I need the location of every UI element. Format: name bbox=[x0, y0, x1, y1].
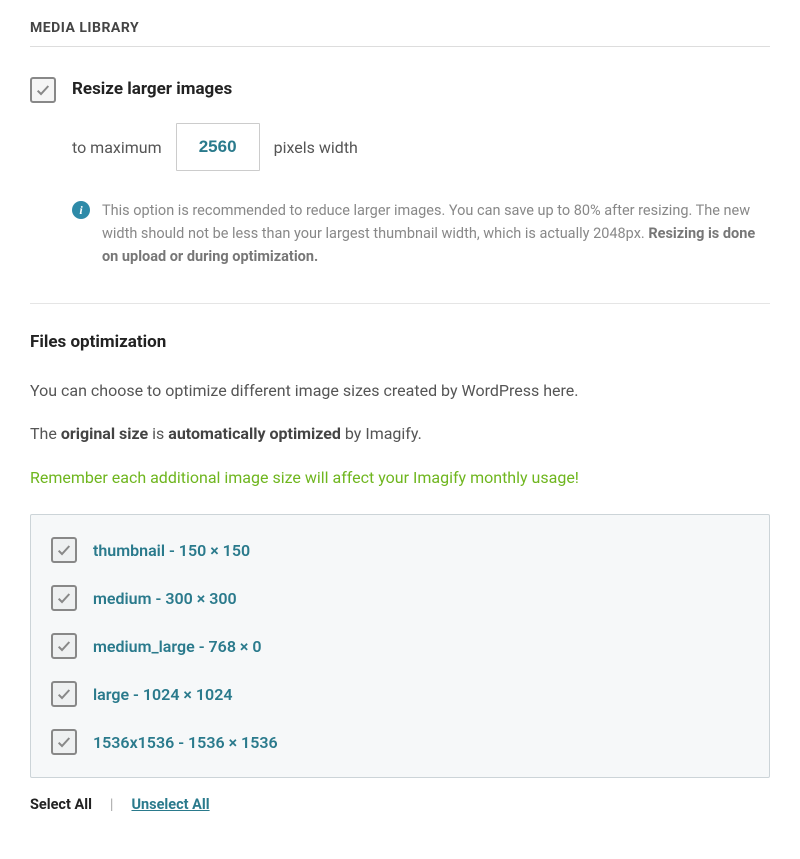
size-label: large - 1024 × 1024 bbox=[93, 685, 232, 704]
size-label: thumbnail - 150 × 150 bbox=[93, 541, 250, 560]
select-all-link[interactable]: Select All bbox=[30, 796, 92, 813]
size-checkbox-medium-large[interactable] bbox=[51, 633, 77, 659]
size-label: medium_large - 768 × 0 bbox=[93, 637, 262, 656]
resize-sub-row: to maximum pixels width bbox=[72, 123, 770, 171]
resize-suffix: pixels width bbox=[274, 138, 358, 157]
info-icon: i bbox=[72, 201, 90, 219]
action-separator: | bbox=[110, 796, 114, 813]
size-row: medium_large - 768 × 0 bbox=[51, 633, 749, 659]
unselect-all-link[interactable]: Unselect All bbox=[131, 796, 209, 813]
files-line2: The original size is automatically optim… bbox=[30, 421, 770, 447]
size-checkbox-medium[interactable] bbox=[51, 585, 77, 611]
files-line2-mid: is bbox=[148, 424, 168, 443]
files-title: Files optimization bbox=[30, 332, 770, 352]
files-line2-prefix: The bbox=[30, 424, 61, 443]
size-label: medium - 300 × 300 bbox=[93, 589, 237, 608]
files-line2-strong2: automatically optimized bbox=[168, 424, 341, 443]
size-row: 1536x1536 - 1536 × 1536 bbox=[51, 729, 749, 755]
resize-info-row: i This option is recommended to reduce l… bbox=[72, 199, 770, 269]
size-row: medium - 300 × 300 bbox=[51, 585, 749, 611]
resize-width-input[interactable] bbox=[176, 123, 260, 171]
check-icon bbox=[56, 686, 72, 702]
divider bbox=[30, 303, 770, 304]
files-line2-suffix: by Imagify. bbox=[341, 424, 422, 443]
files-intro: You can choose to optimize different ima… bbox=[30, 378, 770, 404]
resize-label: Resize larger images bbox=[72, 79, 770, 99]
files-warning: Remember each additional image size will… bbox=[30, 465, 770, 491]
files-line2-strong1: original size bbox=[61, 424, 148, 443]
section-title: MEDIA LIBRARY bbox=[30, 20, 770, 47]
check-icon bbox=[56, 638, 72, 654]
size-row: large - 1024 × 1024 bbox=[51, 681, 749, 707]
sizes-box: thumbnail - 150 × 150 medium - 300 × 300… bbox=[30, 514, 770, 778]
size-checkbox-1536[interactable] bbox=[51, 729, 77, 755]
resize-option-row: Resize larger images to maximum pixels w… bbox=[30, 77, 770, 269]
size-row: thumbnail - 150 × 150 bbox=[51, 537, 749, 563]
check-icon bbox=[56, 590, 72, 606]
check-icon bbox=[56, 542, 72, 558]
check-icon bbox=[56, 734, 72, 750]
resize-prefix: to maximum bbox=[72, 138, 162, 157]
actions-row: Select All | Unselect All bbox=[30, 796, 770, 813]
resize-info-text: This option is recommended to reduce lar… bbox=[102, 199, 770, 269]
resize-checkbox[interactable] bbox=[30, 77, 56, 103]
size-checkbox-thumbnail[interactable] bbox=[51, 537, 77, 563]
size-checkbox-large[interactable] bbox=[51, 681, 77, 707]
resize-content: Resize larger images to maximum pixels w… bbox=[72, 77, 770, 269]
size-label: 1536x1536 - 1536 × 1536 bbox=[93, 733, 278, 752]
check-icon bbox=[35, 82, 51, 98]
